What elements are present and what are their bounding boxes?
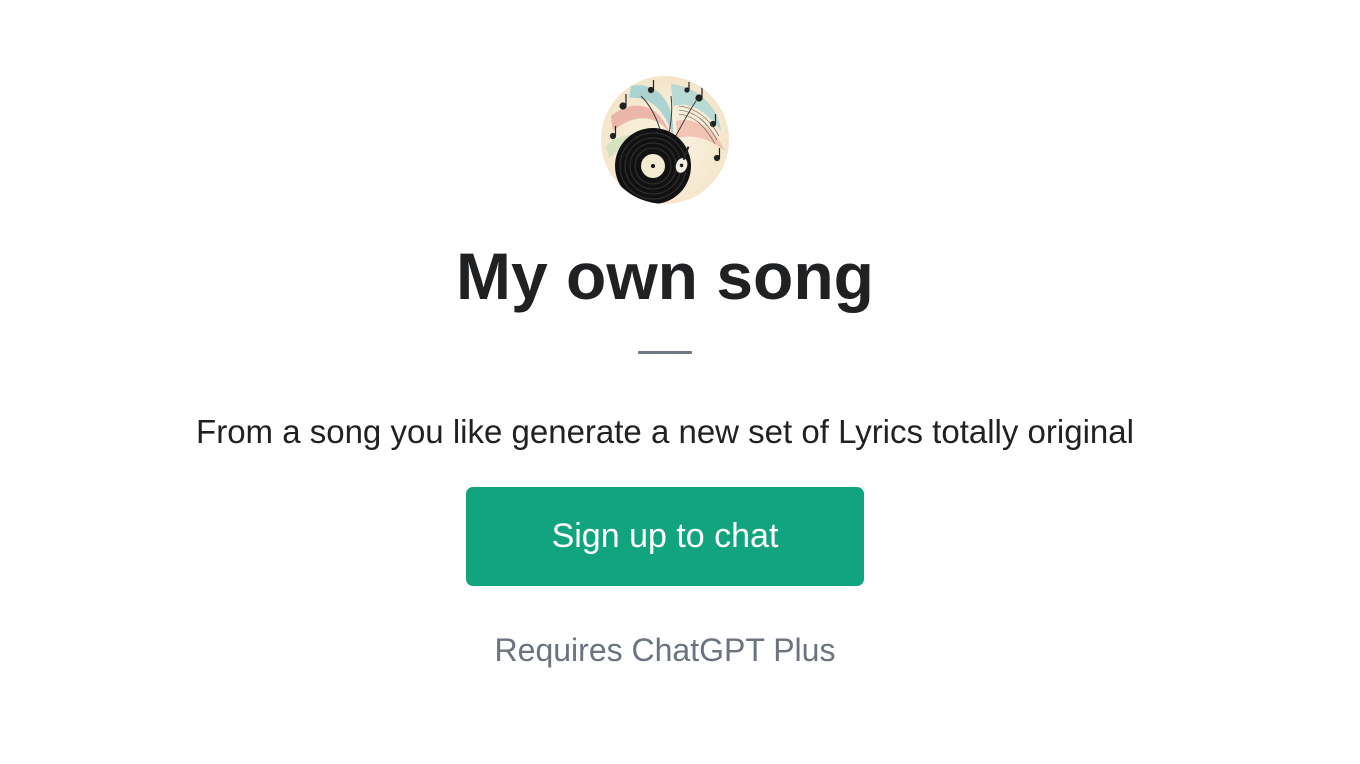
vinyl-record-music-notes-icon xyxy=(601,76,729,204)
plan-requirement-text: Requires ChatGPT Plus xyxy=(494,632,836,668)
gpt-landing-page: My own song From a song you like generat… xyxy=(0,0,1360,764)
title-divider xyxy=(638,351,692,354)
sign-up-button[interactable]: Sign up to chat xyxy=(466,487,864,586)
gpt-avatar xyxy=(601,76,729,204)
gpt-description: From a song you like generate a new set … xyxy=(196,413,1134,450)
gpt-title: My own song xyxy=(456,239,874,313)
